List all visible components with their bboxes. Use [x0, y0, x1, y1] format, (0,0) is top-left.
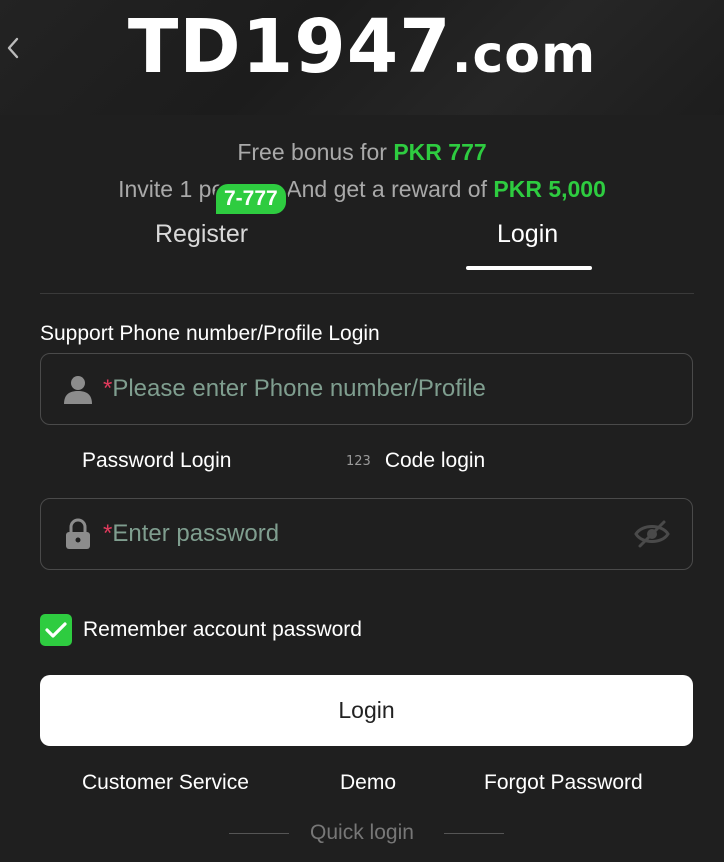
phone-required-mark: * [103, 375, 113, 402]
quick-login-label: Quick login [310, 821, 414, 844]
eye-off-icon[interactable] [632, 514, 672, 554]
active-tab-indicator [466, 266, 592, 270]
promo-reward-amount: PKR 5,000 [493, 176, 606, 202]
demo-link[interactable]: Demo [340, 771, 396, 795]
promo-reward-text: And get a reward of [286, 176, 487, 202]
login-mode-selector: Password Login 123 Code login [0, 449, 724, 477]
promo-bonus-amount: PKR 777 [393, 139, 487, 165]
password-field[interactable]: * [40, 498, 693, 570]
password-login-option[interactable]: Password Login [82, 449, 231, 473]
remember-password-checkbox[interactable]: Remember account password [40, 614, 362, 646]
tab-register-label: Register [155, 220, 249, 248]
password-required-mark: * [103, 520, 113, 547]
header: TD1947.com [0, 0, 724, 115]
logo-suffix: .com [451, 25, 597, 85]
numeric-code-icon: 123 [346, 453, 371, 469]
forgot-password-link[interactable]: Forgot Password [484, 771, 643, 795]
tab-login-label: Login [497, 220, 559, 248]
promo-invite-text: Invite 1 pe [118, 176, 225, 202]
remember-password-label: Remember account password [83, 618, 362, 641]
code-login-option[interactable]: 123 Code login [346, 449, 485, 473]
logo-main: TD1947 [127, 4, 452, 90]
promo-bonus-text: Free bonus for [237, 139, 387, 165]
check-icon [45, 622, 67, 638]
login-submit-button[interactable]: Login [40, 675, 693, 746]
lock-icon [61, 517, 95, 551]
tab-login[interactable]: Login [497, 220, 558, 249]
phone-field[interactable]: * [40, 353, 693, 425]
auth-tabs: Register 7-777 Login [40, 182, 694, 294]
footer-links: Customer Service Demo Forgot Password [0, 771, 724, 801]
user-icon [61, 372, 95, 406]
password-input[interactable] [112, 499, 632, 569]
divider-right [444, 833, 504, 834]
code-login-label: Code login [384, 449, 486, 472]
promo-line-bonus: Free bonus for PKR 777 [0, 139, 724, 166]
tab-register[interactable]: Register [155, 220, 248, 249]
site-logo: TD1947.com [0, 4, 724, 90]
customer-service-link[interactable]: Customer Service [82, 771, 249, 795]
support-label: Support Phone number/Profile Login [40, 322, 380, 345]
checkbox-checked[interactable] [40, 614, 72, 646]
quick-login-divider: Quick login [0, 821, 724, 847]
phone-input[interactable] [112, 354, 692, 424]
password-login-label: Password Login [82, 449, 232, 472]
promo-line-invite: Invite 1 pe And get a reward of PKR 5,000 [0, 176, 724, 203]
register-bonus-badge: 7-777 [214, 182, 288, 216]
